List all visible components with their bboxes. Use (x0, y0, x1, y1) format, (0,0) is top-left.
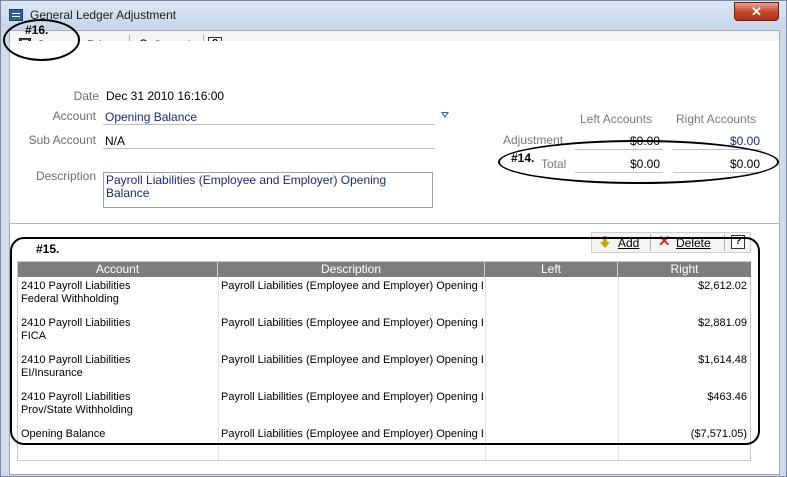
left-accounts-header: Left Accounts (580, 112, 653, 126)
subaccount-field-underline (103, 148, 435, 149)
annotation-ellipse-save (3, 19, 80, 61)
app-icon (9, 9, 23, 21)
ledger-adjustment-window: General Ledger Adjustment ✕ Save Print ▾… (0, 0, 787, 477)
account-field-underline (103, 124, 435, 125)
description-textarea[interactable]: Payroll Liabilities (Employee and Employ… (103, 172, 433, 208)
subaccount-field[interactable]: N/A (105, 134, 125, 148)
title-bar[interactable]: General Ledger Adjustment ✕ (1, 1, 786, 29)
description-label: Description (35, 169, 96, 183)
date-value: Dec 31 2010 16:16:00 (106, 89, 225, 103)
annotation-rect-grid (10, 237, 760, 445)
account-label: Account (52, 109, 96, 123)
account-dropdown[interactable]: Opening Balance (105, 110, 197, 124)
subaccount-label: Sub Account (28, 133, 96, 147)
close-button[interactable]: ✕ (734, 2, 779, 21)
date-label: Date (73, 89, 99, 103)
right-accounts-header: Right Accounts (676, 112, 757, 126)
annotation-ellipse-totals (498, 140, 779, 184)
dropdown-arrow-icon[interactable] (441, 112, 449, 118)
